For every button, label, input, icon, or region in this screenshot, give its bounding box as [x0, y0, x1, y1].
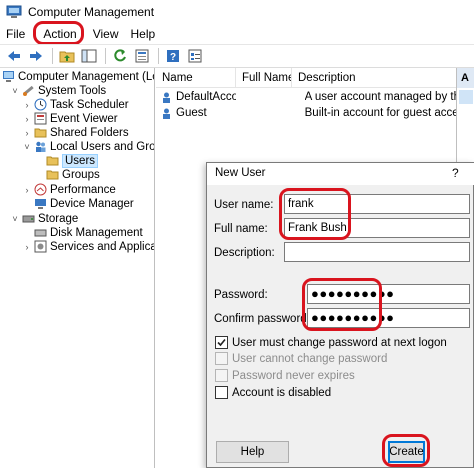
expand-chevron-icon[interactable]: ˅: [22, 142, 32, 152]
clock-icon: [34, 98, 47, 111]
menu-bar: File Action View Help: [0, 21, 474, 45]
account-disabled-checkbox[interactable]: Account is disabled: [215, 386, 331, 399]
confirm-password-input[interactable]: ●●●●●●●●●●: [307, 308, 470, 328]
tree-label-root: Computer Management (Local: [18, 70, 154, 83]
expand-chevron-icon[interactable]: ˅: [10, 86, 20, 96]
cell-name: Guest: [176, 107, 207, 119]
checkmark-icon: [217, 338, 226, 347]
description-input[interactable]: [284, 242, 470, 262]
window-title: Computer Management: [28, 5, 155, 19]
checkbox-box[interactable]: [215, 386, 228, 399]
tools-icon: [22, 84, 35, 97]
help-icon[interactable]: ?: [163, 47, 183, 65]
create-button[interactable]: Create: [388, 441, 425, 463]
navigation-tree: Computer Management (Local ˅ System Tool…: [0, 68, 155, 468]
toolbar: ?: [0, 44, 474, 66]
tree-item-root[interactable]: Computer Management (Local: [2, 69, 154, 84]
column-header-description[interactable]: Description: [292, 68, 456, 88]
title-bar: Computer Management: [0, 0, 474, 24]
description-label: Description:: [214, 247, 275, 259]
expand-chevron-icon[interactable]: ›: [22, 242, 32, 252]
event-viewer-icon: [34, 112, 47, 125]
dialog-title: New User: [215, 167, 266, 179]
expand-chevron-icon[interactable]: ›: [22, 114, 32, 124]
tree-item-disk-management[interactable]: Disk Management: [34, 225, 143, 240]
back-arrow-icon[interactable]: [4, 47, 24, 65]
users-group-icon: [34, 140, 47, 153]
tree-item-groups[interactable]: Groups: [46, 167, 100, 182]
toolbar-separator: [105, 47, 106, 64]
show-hide-tree-icon[interactable]: [79, 47, 99, 65]
expand-chevron-icon[interactable]: ˅: [10, 214, 20, 224]
up-folder-icon[interactable]: [57, 47, 77, 65]
checkbox-box[interactable]: [215, 336, 228, 349]
shared-folder-icon: [34, 126, 47, 139]
tree-item-performance[interactable]: › Performance: [22, 182, 116, 197]
svg-text:?: ?: [170, 52, 176, 63]
properties-icon[interactable]: [185, 47, 205, 65]
expand-chevron-icon[interactable]: ›: [22, 100, 32, 110]
toolbar-separator: [52, 47, 53, 64]
user-icon: [160, 107, 173, 120]
checkbox-box: [215, 352, 228, 365]
actions-header: A: [457, 68, 474, 88]
performance-icon: [34, 183, 47, 196]
help-button[interactable]: Help: [216, 441, 289, 463]
tree-item-users[interactable]: Users: [46, 153, 99, 168]
device-manager-icon: [34, 197, 47, 210]
computer-management-icon: [6, 4, 22, 20]
tree-item-shared-folders[interactable]: › Shared Folders: [22, 125, 129, 140]
dialog-help-glyph[interactable]: ?: [452, 166, 459, 180]
confirm-password-label: Confirm password:: [214, 313, 310, 325]
column-header-full-name[interactable]: Full Name: [236, 68, 292, 88]
refresh-icon[interactable]: [110, 47, 130, 65]
cannot-change-password-checkbox: User cannot change password: [215, 352, 387, 365]
tree-item-event-viewer[interactable]: › Event Viewer: [22, 111, 118, 126]
fullname-label: Full name:: [214, 223, 268, 235]
tree-item-storage[interactable]: ˅ Storage: [10, 211, 78, 226]
actions-selected-item[interactable]: [459, 90, 473, 104]
cell-name: DefaultAcco: [176, 91, 236, 103]
expand-chevron-icon[interactable]: ›: [22, 128, 32, 138]
password-input[interactable]: ●●●●●●●●●●: [307, 284, 470, 304]
menu-view[interactable]: View: [87, 24, 125, 44]
forward-arrow-icon[interactable]: [26, 47, 46, 65]
menu-action[interactable]: Action: [33, 21, 85, 45]
column-header-name[interactable]: Name: [156, 68, 236, 88]
must-change-password-checkbox[interactable]: User must change password at next logon: [215, 336, 447, 349]
username-label: User name:: [214, 199, 274, 211]
storage-icon: [22, 212, 35, 225]
computer-icon: [2, 70, 15, 83]
dialog-title-bar: New User ?: [207, 163, 474, 185]
toolbar-separator: [158, 47, 159, 64]
tree-item-system-tools[interactable]: ˅ System Tools: [10, 83, 106, 98]
cell-description: Built-in account for guest access to the: [304, 107, 456, 119]
list-row[interactable]: DefaultAcco A user account managed by th…: [156, 89, 456, 105]
services-icon: [34, 240, 47, 253]
menu-file[interactable]: File: [0, 24, 31, 44]
tree-item-local-users-groups[interactable]: ˅ Local Users and Groups: [22, 139, 154, 154]
tree-item-services-apps[interactable]: › Services and Applications: [22, 239, 154, 254]
list-header: Name Full Name Description: [156, 68, 456, 88]
menu-help[interactable]: Help: [125, 24, 162, 44]
list-row[interactable]: Guest Built-in account for guest access …: [156, 105, 456, 121]
tree-item-device-manager[interactable]: Device Manager: [34, 196, 134, 211]
user-icon: [160, 91, 173, 104]
password-label: Password:: [214, 289, 268, 301]
computer-management-window: Computer Management File Action View Hel…: [0, 0, 474, 468]
password-never-expires-checkbox: Password never expires: [215, 369, 355, 382]
checkbox-box: [215, 369, 228, 382]
export-list-icon[interactable]: [132, 47, 152, 65]
cell-description: A user account managed by the system: [304, 91, 456, 103]
folder-icon: [46, 168, 59, 181]
fullname-input[interactable]: Frank Bush: [284, 218, 470, 238]
disk-icon: [34, 226, 47, 239]
folder-icon: [46, 154, 59, 167]
new-user-dialog: New User ? User name: frank Full name: F…: [206, 162, 474, 468]
username-input[interactable]: frank: [284, 194, 470, 214]
expand-chevron-icon[interactable]: ›: [22, 185, 32, 195]
tree-item-task-scheduler[interactable]: › Task Scheduler: [22, 97, 129, 112]
